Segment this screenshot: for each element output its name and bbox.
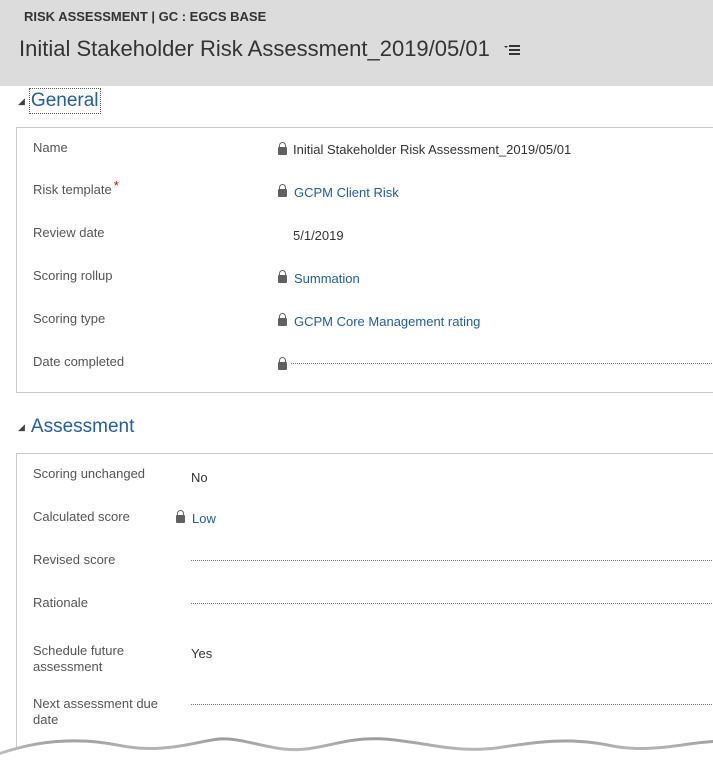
general-section-header[interactable]: ◢ General bbox=[18, 88, 101, 114]
next-due-field[interactable] bbox=[191, 704, 713, 705]
scoring-unchanged-label: Scoring unchanged bbox=[33, 466, 146, 481]
scoring-rollup-link[interactable]: Summation bbox=[294, 271, 360, 287]
date-completed-field bbox=[291, 363, 713, 364]
lock-icon bbox=[278, 270, 287, 283]
scoring-unchanged-value[interactable]: No bbox=[191, 470, 208, 486]
lock-icon bbox=[278, 357, 287, 370]
date-completed-label: Date completed bbox=[33, 354, 125, 369]
risk-template-link[interactable]: GCPM Client Risk bbox=[294, 185, 399, 201]
field-row-review-date: Review date 5/1/2019 bbox=[17, 225, 713, 249]
lock-icon bbox=[176, 510, 185, 523]
general-section-title[interactable]: General bbox=[28, 88, 101, 114]
record-title-text: Initial Stakeholder Risk Assessment_2019… bbox=[19, 36, 490, 61]
field-row-schedule-future: Schedule future assessment Yes bbox=[17, 643, 713, 677]
name-label: Name bbox=[33, 140, 68, 155]
form-selector-button[interactable] bbox=[503, 35, 520, 61]
field-row-rationale: Rationale bbox=[17, 595, 713, 619]
rationale-label: Rationale bbox=[33, 595, 88, 610]
schedule-future-value[interactable]: Yes bbox=[191, 646, 212, 662]
entity-type-label: RISK ASSESSMENT | GC : EGCS BASE bbox=[24, 9, 267, 24]
scoring-type-link[interactable]: GCPM Core Management rating bbox=[294, 314, 480, 330]
field-row-name: Name Initial Stakeholder Risk Assessment… bbox=[17, 140, 713, 164]
lock-icon bbox=[278, 313, 287, 326]
schedule-future-label: Schedule future assessment bbox=[33, 643, 124, 675]
schedule-future-label-line1: Schedule future bbox=[33, 643, 125, 658]
field-row-scoring-unchanged: Scoring unchanged No bbox=[17, 466, 713, 490]
scoring-type-label: Scoring type bbox=[33, 311, 106, 326]
assessment-section: Scoring unchanged No Calculated score Lo… bbox=[16, 453, 713, 755]
field-row-date-completed: Date completed bbox=[17, 354, 713, 378]
review-date-label: Review date bbox=[33, 225, 105, 240]
required-indicator: * bbox=[113, 178, 119, 193]
next-due-label: Next assessment due date bbox=[33, 696, 158, 728]
record-title: Initial Stakeholder Risk Assessment_2019… bbox=[19, 36, 520, 63]
field-row-calculated-score: Calculated score Low bbox=[17, 509, 713, 533]
field-row-next-due: Next assessment due date bbox=[17, 696, 713, 730]
calculated-score-link[interactable]: Low bbox=[192, 511, 216, 527]
next-due-label-line2: date bbox=[33, 712, 59, 727]
general-section: Name Initial Stakeholder Risk Assessment… bbox=[16, 127, 713, 393]
assessment-section-title[interactable]: Assessment bbox=[31, 416, 134, 438]
schedule-future-label-line2: assessment bbox=[33, 659, 103, 674]
page-header: RISK ASSESSMENT | GC : EGCS BASE Initial… bbox=[0, 0, 713, 86]
lock-icon bbox=[278, 142, 287, 155]
rationale-field[interactable] bbox=[191, 603, 713, 604]
field-row-revised-score: Revised score bbox=[17, 552, 713, 576]
lock-icon bbox=[278, 184, 287, 197]
scoring-rollup-label: Scoring rollup bbox=[33, 268, 113, 283]
risk-template-label-text: Risk template bbox=[33, 182, 112, 197]
next-due-label-line1: Next assessment due bbox=[33, 696, 159, 711]
field-row-scoring-rollup: Scoring rollup Summation bbox=[17, 268, 713, 292]
collapse-triangle-icon: ◢ bbox=[18, 421, 25, 432]
risk-template-label: Risk template * bbox=[33, 178, 119, 198]
assessment-section-header[interactable]: ◢ Assessment bbox=[18, 414, 134, 440]
calculated-score-label: Calculated score bbox=[33, 509, 130, 524]
list-menu-icon bbox=[503, 45, 520, 56]
revised-score-label: Revised score bbox=[33, 552, 116, 567]
collapse-triangle-icon: ◢ bbox=[18, 95, 25, 106]
field-row-risk-template: Risk template * GCPM Client Risk bbox=[17, 178, 713, 206]
name-value: Initial Stakeholder Risk Assessment_2019… bbox=[293, 142, 572, 157]
torn-edge-decoration bbox=[0, 737, 713, 764]
field-row-scoring-type: Scoring type GCPM Core Management rating bbox=[17, 311, 713, 335]
revised-score-field[interactable] bbox=[191, 560, 713, 561]
review-date-value[interactable]: 5/1/2019 bbox=[293, 228, 344, 244]
